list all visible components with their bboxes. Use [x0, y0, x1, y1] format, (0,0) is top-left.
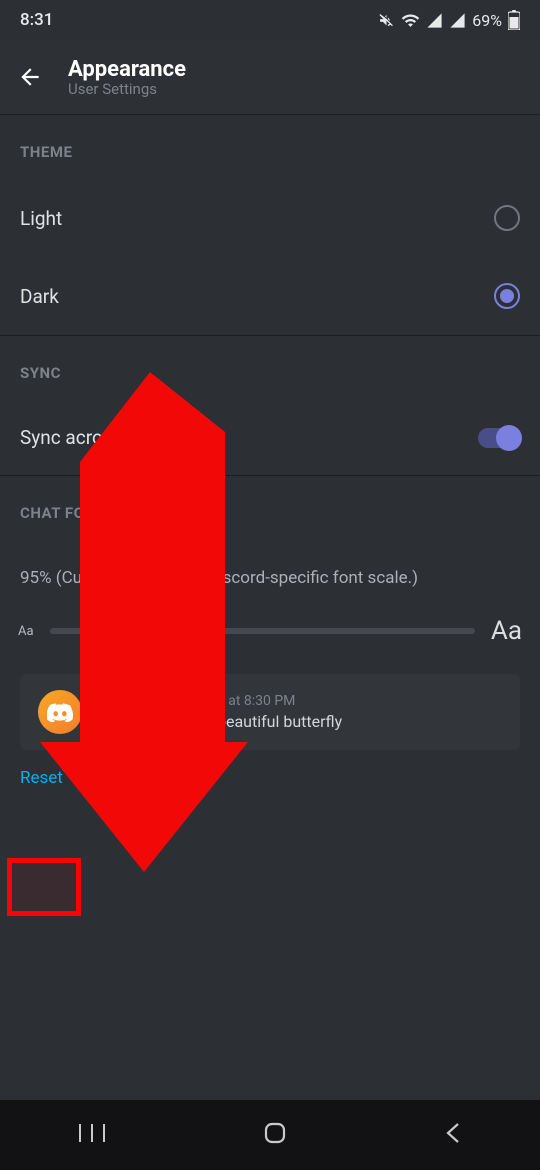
signal-icon [426, 12, 443, 29]
radio-selected-icon [494, 283, 520, 309]
slider-thumb-icon [105, 618, 131, 644]
theme-light-label: Light [20, 207, 62, 230]
font-scale-description: 95% (Currently using the Discord-specifi… [0, 540, 540, 598]
aa-small-label: Aa [18, 624, 34, 639]
status-indicators: 69% [378, 10, 520, 30]
wifi-icon [401, 11, 420, 30]
preview-message: Look at me I'm a beautiful butterfly [96, 712, 342, 731]
reset-button[interactable]: Reset [20, 768, 63, 788]
discord-logo-icon [47, 702, 73, 722]
aa-large-label: Aa [491, 616, 522, 646]
signal-icon-2 [449, 12, 466, 29]
section-heading-fontscale: CHAT FONT SCALING [0, 476, 540, 540]
battery-percent: 69% [472, 11, 502, 30]
avatar [38, 690, 82, 734]
theme-option-light[interactable]: Light [0, 179, 540, 257]
theme-option-dark[interactable]: Dark [0, 257, 540, 335]
back-button[interactable] [16, 63, 44, 91]
preview-timestamp: Today at 8:30 PM [187, 693, 295, 709]
message-preview: moinzisun Today at 8:30 PM Look at me I'… [20, 674, 520, 750]
annotation-highlight-box [7, 858, 81, 916]
section-heading-sync: SYNC [0, 336, 540, 400]
status-bar: 8:31 69% [0, 0, 540, 40]
status-time: 8:31 [20, 10, 53, 30]
recents-icon [79, 1123, 105, 1143]
battery-icon [508, 10, 520, 30]
arrow-left-icon [17, 64, 43, 90]
sync-label: Sync across clients [20, 426, 183, 449]
section-heading-theme: THEME [0, 115, 540, 179]
sync-row[interactable]: Sync across clients [0, 400, 540, 475]
toggle-on-icon [478, 428, 520, 448]
chevron-left-icon [445, 1121, 461, 1145]
preview-username: moinzisun [96, 690, 175, 710]
home-button[interactable] [263, 1121, 287, 1149]
font-scale-slider[interactable] [50, 628, 475, 634]
recents-button[interactable] [79, 1123, 105, 1147]
page-subtitle: User Settings [68, 80, 186, 98]
theme-dark-label: Dark [20, 285, 59, 308]
home-icon [263, 1121, 287, 1145]
radio-unselected-icon [494, 205, 520, 231]
header: Appearance User Settings [0, 40, 540, 114]
font-scale-slider-row: Aa Aa [0, 598, 540, 656]
page-title: Appearance [68, 57, 186, 82]
system-nav-bar [0, 1100, 540, 1170]
back-nav-button[interactable] [445, 1121, 461, 1149]
mute-icon [378, 12, 395, 29]
